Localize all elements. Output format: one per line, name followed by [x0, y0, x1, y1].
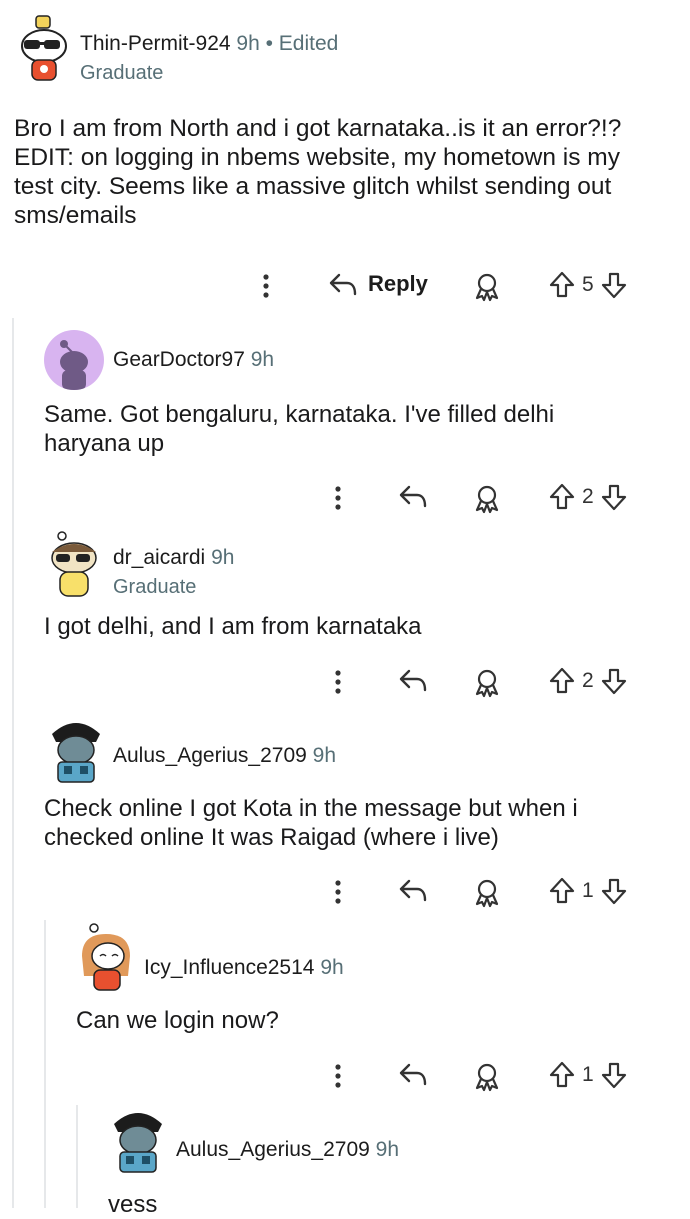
more-options-button[interactable] [326, 878, 350, 906]
user-flair: Graduate [80, 62, 164, 84]
award-icon [475, 879, 499, 908]
username[interactable]: Icy_Influence2514 [144, 956, 314, 979]
more-options-button[interactable] [254, 272, 278, 300]
comment-actions: 1 [0, 872, 690, 912]
upvote-icon[interactable] [548, 1060, 576, 1090]
comment-body: Same. Got bengaluru, karnataka. I've fil… [44, 401, 555, 457]
comment-author[interactable]: Icy_Influence2514 9h [144, 956, 344, 980]
award-icon [475, 273, 499, 302]
snoo-avatar-icon [21, 15, 67, 81]
upvote-icon[interactable] [548, 666, 576, 696]
more-options-button[interactable] [326, 1062, 350, 1090]
upvote-icon[interactable] [548, 482, 576, 512]
reply-arrow-icon [399, 669, 427, 692]
avatar[interactable] [14, 14, 70, 84]
award-button[interactable] [472, 484, 502, 514]
timestamp: 9h [250, 348, 275, 371]
reply-button[interactable]: Reply [328, 270, 428, 298]
comment-body: I got delhi, and I am from karnataka [44, 613, 422, 640]
comment-body: vess [108, 1191, 158, 1218]
username[interactable]: GearDoctor97 [113, 348, 245, 371]
award-button[interactable] [472, 668, 502, 698]
timestamp: 9h [375, 1138, 400, 1161]
reply-arrow-icon [329, 273, 357, 296]
comment-actions: 1 [0, 1056, 690, 1096]
award-button[interactable] [472, 878, 502, 908]
avatar[interactable] [44, 530, 102, 598]
downvote-icon[interactable] [600, 876, 628, 906]
more-options-button[interactable] [326, 484, 350, 512]
default-snoo-icon [60, 340, 88, 390]
username[interactable]: dr_aicardi [113, 546, 205, 569]
avatar[interactable] [46, 714, 106, 784]
vote-count: 1 [582, 879, 594, 902]
avatar[interactable] [108, 1104, 168, 1174]
timestamp: 9h [312, 744, 337, 767]
vote-count: 2 [582, 669, 594, 692]
reply-arrow-icon [399, 485, 427, 508]
comment-actions: 2 [0, 478, 690, 518]
reply-button[interactable] [398, 1060, 428, 1088]
more-options-icon [335, 1064, 341, 1088]
vote-count: 2 [582, 485, 594, 508]
snoo-avatar-icon [114, 1113, 162, 1173]
vote-controls: 2 [548, 482, 628, 512]
reply-button[interactable] [398, 666, 428, 694]
timestamp: 9h [211, 546, 235, 569]
reply-arrow-icon [399, 1063, 427, 1086]
downvote-icon[interactable] [600, 482, 628, 512]
more-options-icon [335, 670, 341, 694]
reply-label: Reply [368, 271, 428, 296]
reply-arrow-icon [399, 879, 427, 902]
award-button[interactable] [472, 272, 502, 302]
comment-author[interactable]: Aulus_Agerius_2709 9h [113, 744, 336, 768]
edited-label: • Edited [265, 32, 339, 55]
award-icon [475, 1063, 499, 1092]
timestamp: 9h [236, 32, 260, 55]
more-options-icon [335, 486, 341, 510]
vote-controls: 2 [548, 666, 628, 696]
snoo-avatar-icon [51, 531, 97, 597]
more-options-button[interactable] [326, 668, 350, 696]
upvote-icon[interactable] [548, 270, 576, 300]
comment-actions: Reply 5 [0, 266, 690, 306]
avatar[interactable] [44, 330, 104, 390]
username[interactable]: Aulus_Agerius_2709 [176, 1138, 370, 1161]
username[interactable]: Aulus_Agerius_2709 [113, 744, 307, 767]
comment-body: Can we login now? [76, 1007, 279, 1034]
award-button[interactable] [472, 1062, 502, 1092]
snoo-avatar-icon [82, 923, 130, 991]
vote-controls: 5 [548, 270, 628, 300]
more-options-icon [263, 274, 269, 298]
comment-author[interactable]: Thin-Permit-924 9h • Edited [80, 32, 338, 56]
vote-count: 1 [582, 1063, 594, 1086]
comment-actions: 2 [0, 662, 690, 702]
thread-line [76, 1105, 78, 1208]
downvote-icon[interactable] [600, 1060, 628, 1090]
user-flair: Graduate [113, 576, 197, 598]
more-options-icon [335, 880, 341, 904]
avatar[interactable] [76, 922, 136, 992]
vote-controls: 1 [548, 876, 628, 906]
comment-body: Bro I am from North and i got karnataka.… [14, 115, 622, 229]
reply-button[interactable] [398, 482, 428, 510]
comment-author[interactable]: Aulus_Agerius_2709 9h [176, 1138, 399, 1162]
username[interactable]: Thin-Permit-924 [80, 32, 231, 55]
award-icon [475, 669, 499, 698]
comment-author[interactable]: dr_aicardi 9h [113, 546, 234, 570]
vote-controls: 1 [548, 1060, 628, 1090]
comment-author[interactable]: GearDoctor97 9h [113, 348, 274, 372]
timestamp: 9h [320, 956, 344, 979]
snoo-avatar-icon [52, 723, 100, 783]
award-icon [475, 485, 499, 514]
vote-count: 5 [582, 273, 594, 296]
downvote-icon[interactable] [600, 270, 628, 300]
downvote-icon[interactable] [600, 666, 628, 696]
reply-button[interactable] [398, 876, 428, 904]
upvote-icon[interactable] [548, 876, 576, 906]
comment-body: Check online I got Kota in the message b… [44, 795, 578, 851]
